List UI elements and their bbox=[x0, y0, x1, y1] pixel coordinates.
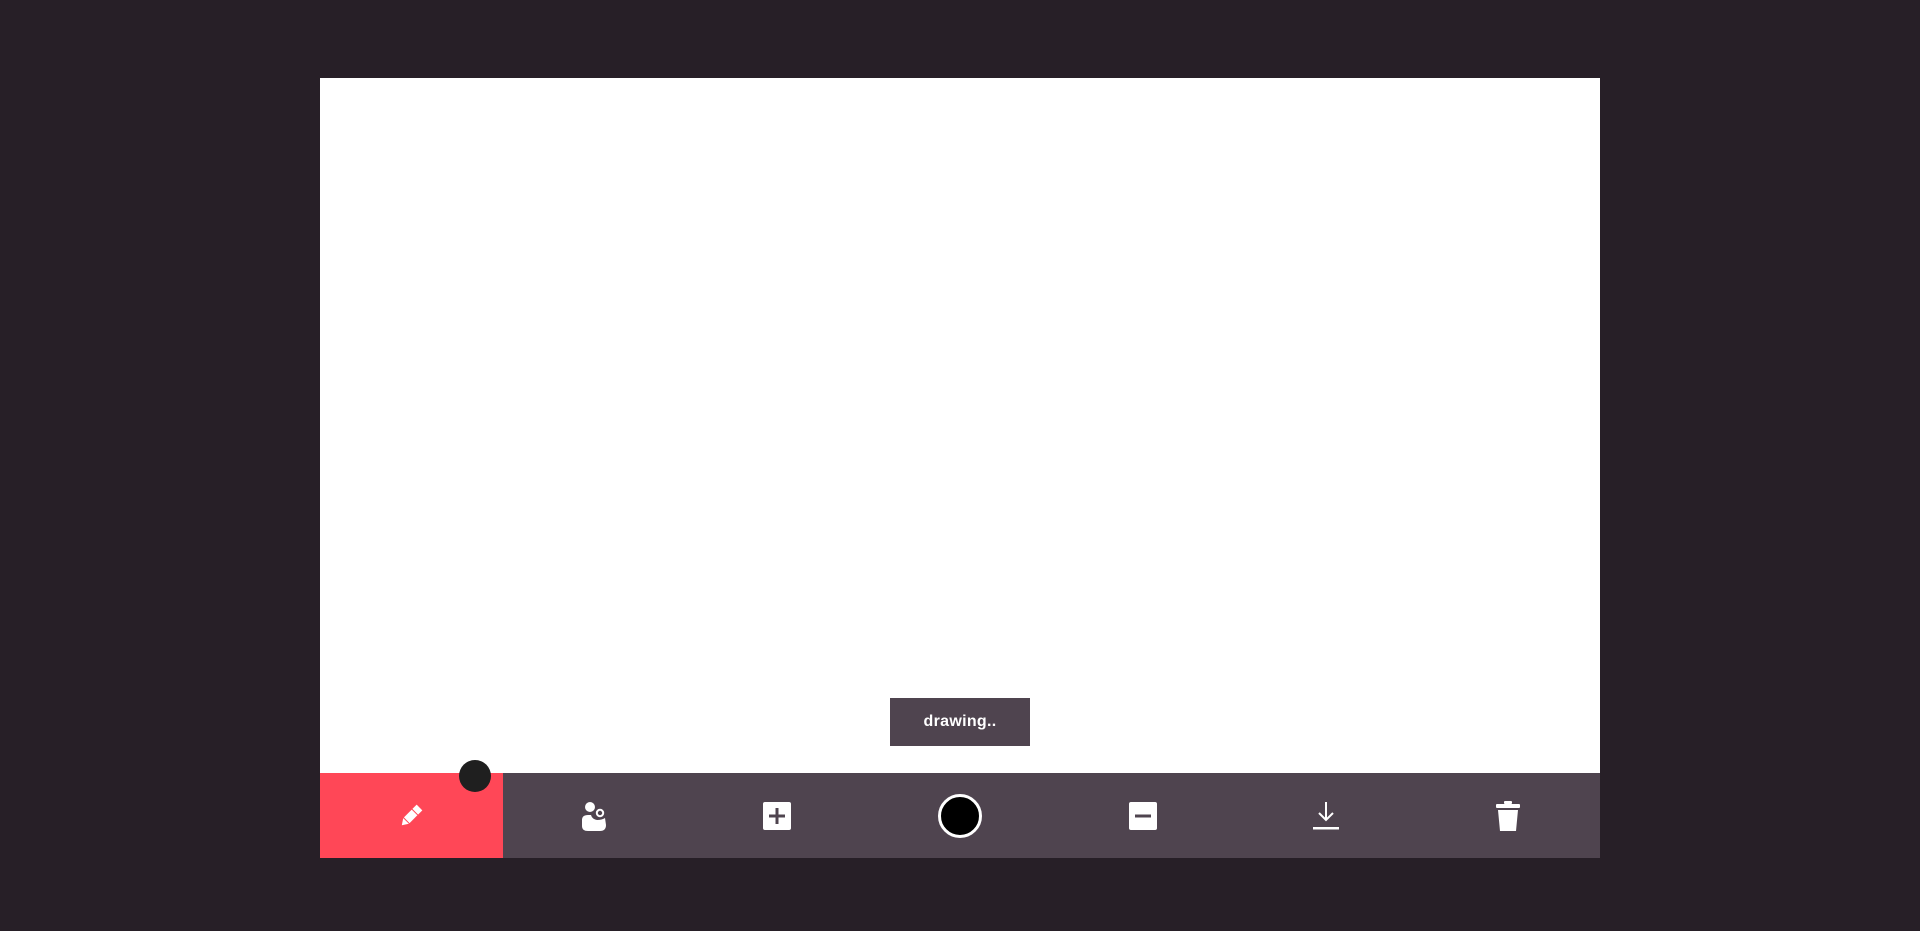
color-picker-button[interactable] bbox=[869, 773, 1052, 858]
plus-square-icon bbox=[763, 801, 792, 830]
increase-size-button[interactable] bbox=[686, 773, 869, 858]
trash-icon bbox=[1495, 800, 1521, 831]
download-icon bbox=[1312, 801, 1340, 831]
minus-square-icon bbox=[1128, 801, 1157, 830]
pencil-icon bbox=[397, 802, 425, 830]
brush-cursor bbox=[459, 760, 491, 792]
color-swatch bbox=[937, 793, 982, 838]
eraser-tool-button[interactable] bbox=[503, 773, 686, 858]
clear-button[interactable] bbox=[1417, 773, 1600, 858]
eraser-icon bbox=[579, 800, 609, 832]
drawing-canvas[interactable] bbox=[320, 78, 1600, 773]
drawing-board: drawing.. bbox=[320, 78, 1600, 858]
download-button[interactable] bbox=[1234, 773, 1417, 858]
toolbar bbox=[320, 773, 1600, 858]
drawing-app: drawing.. bbox=[0, 0, 1920, 931]
decrease-size-button[interactable] bbox=[1051, 773, 1234, 858]
status-label: drawing.. bbox=[890, 698, 1030, 746]
